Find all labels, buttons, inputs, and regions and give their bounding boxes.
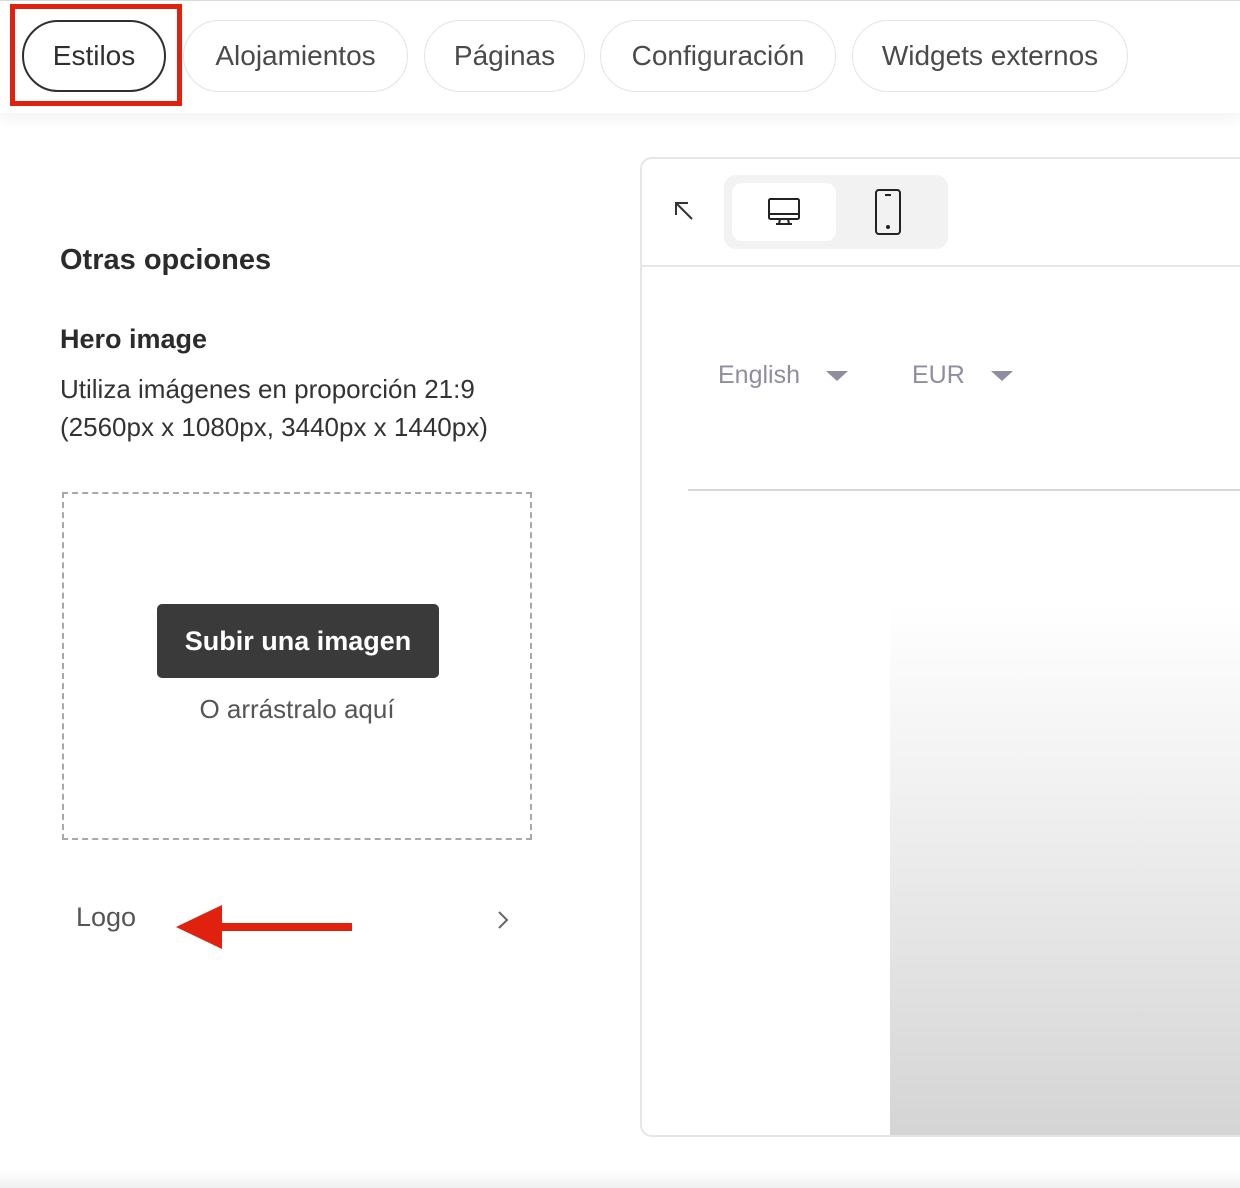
top-tab-bar: Estilos Alojamientos Páginas Configuraci…	[0, 0, 1240, 113]
chevron-right-icon	[498, 911, 509, 929]
highlight-annotation-box	[10, 4, 182, 106]
drag-hint-text: O arrástralo aquí	[199, 694, 395, 724]
mobile-view-button[interactable]	[836, 183, 940, 241]
language-value: English	[718, 361, 800, 389]
section-title: Otras opciones	[60, 244, 272, 276]
hero-image-placeholder	[890, 601, 1240, 1135]
hero-image-title: Hero image	[60, 324, 208, 354]
language-select[interactable]: English	[718, 361, 848, 390]
preview-divider	[688, 489, 1240, 491]
upload-image-button[interactable]: Subir una imagen	[157, 604, 439, 678]
currency-value: EUR	[912, 361, 965, 389]
image-dropzone[interactable]: Subir una imagen O arrástralo aquí	[62, 492, 532, 840]
tab-configuracion[interactable]: Configuración	[600, 20, 836, 92]
caret-down-icon	[990, 370, 1013, 381]
tab-paginas[interactable]: Páginas	[424, 20, 585, 92]
bottom-edge-shadow	[0, 1170, 1240, 1188]
mobile-icon	[875, 189, 901, 235]
settings-panel: Otras opciones Hero image Utiliza imágen…	[0, 112, 600, 1188]
desktop-view-button[interactable]	[732, 183, 836, 241]
preview-toolbar	[642, 159, 1240, 267]
device-toggle	[724, 175, 948, 249]
preview-pane: English EUR	[640, 157, 1240, 1137]
hero-image-description: Utiliza imágenes en proporción 21:9 (256…	[60, 374, 488, 442]
desktop-icon	[768, 198, 800, 225]
caret-down-icon	[826, 370, 848, 381]
tab-alojamientos[interactable]: Alojamientos	[183, 20, 408, 92]
logo-option-label: Logo	[76, 902, 137, 932]
red-arrow-annotation-icon	[176, 905, 352, 949]
expand-arrow-icon[interactable]	[672, 199, 696, 223]
tab-widgets-externos[interactable]: Widgets externos	[852, 20, 1128, 92]
currency-select[interactable]: EUR	[912, 361, 1013, 390]
